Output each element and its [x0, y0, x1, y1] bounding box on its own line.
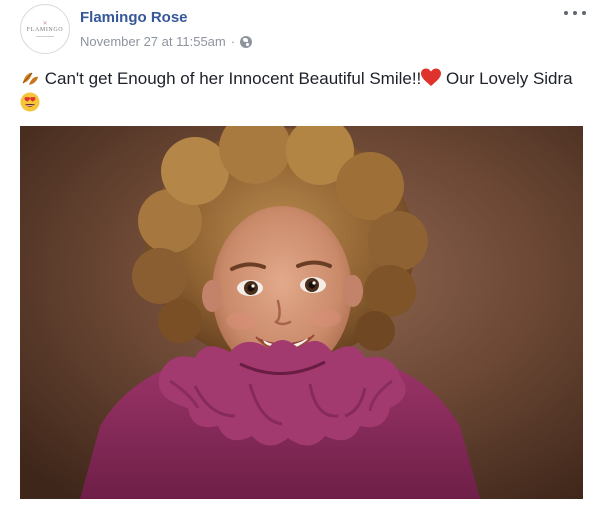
globe-icon[interactable]	[240, 35, 253, 48]
leaves-emoji-icon	[22, 72, 38, 85]
avatar-logo-text: FLAMINGO	[26, 27, 64, 33]
meta-separator: ·	[230, 34, 236, 49]
post-meta: November 27 at 11:55am ·	[80, 34, 253, 49]
logo-underline	[36, 36, 54, 37]
heart-eyes-emoji-icon	[20, 92, 40, 112]
portrait-image	[20, 126, 583, 499]
post-text: Can't get Enough of her Innocent Beautif…	[20, 66, 580, 116]
post-text-part-1: Can't get Enough of her Innocent Beautif…	[44, 69, 422, 88]
page-avatar[interactable]: ✕ FLAMINGO	[20, 4, 70, 54]
more-options-icon[interactable]	[564, 6, 586, 20]
post-photo[interactable]	[20, 126, 583, 499]
post-text-part-2: Our Lovely Sidra	[446, 69, 573, 88]
red-heart-icon	[421, 68, 442, 86]
facebook-post: ✕ FLAMINGO Flamingo Rose November 27 at …	[0, 0, 593, 509]
timestamp-link[interactable]: November 27 at 11:55am	[80, 34, 226, 49]
author-name-link[interactable]: Flamingo Rose	[80, 9, 188, 26]
